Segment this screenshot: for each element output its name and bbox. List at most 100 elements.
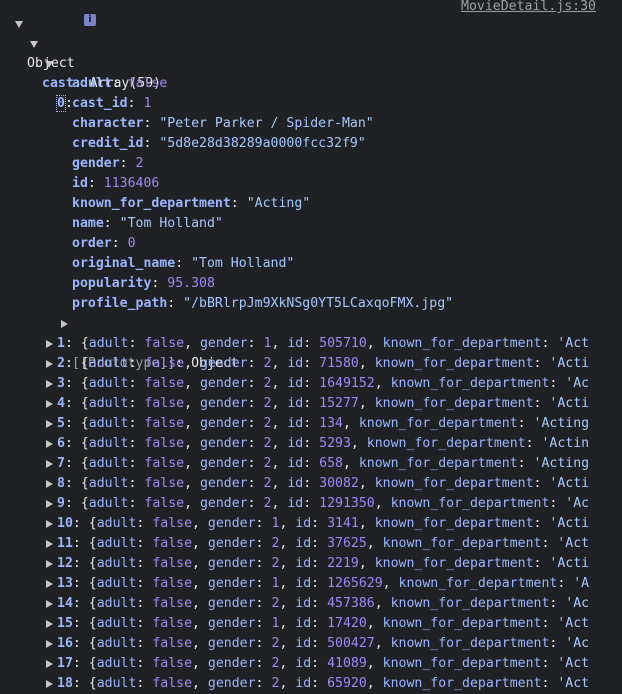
preview-key: id	[295, 636, 312, 651]
expand-triangle-icon[interactable]	[46, 400, 53, 408]
preview-value: 658	[319, 456, 343, 471]
preview-key: id	[295, 536, 312, 551]
expand-triangle-icon[interactable]	[46, 600, 53, 608]
item-index: 4	[57, 396, 65, 411]
preview-key: adult	[96, 636, 137, 651]
preview-key: adult	[88, 376, 129, 391]
property-key: name	[72, 216, 104, 231]
property-value: 1	[143, 96, 152, 111]
preview-value: 457386	[327, 596, 375, 611]
item-index: 15	[57, 616, 73, 631]
expand-triangle-icon[interactable]	[45, 61, 53, 68]
item-index: 3	[57, 376, 65, 391]
property-key: original_name	[72, 256, 176, 271]
preview-value: 1265629	[327, 576, 383, 591]
preview-key: gender	[199, 456, 248, 471]
expand-triangle-icon[interactable]	[46, 540, 53, 548]
property-key: cast_id	[72, 96, 128, 111]
preview-value: false	[144, 476, 185, 491]
preview-value: false	[144, 436, 185, 451]
preview-value: 1291350	[319, 496, 375, 511]
expand-triangle-icon[interactable]	[46, 380, 53, 388]
property-value: 1136406	[103, 176, 160, 191]
prototype-row[interactable]: [[Prototype]]: Object	[0, 314, 239, 371]
property-value: "Tom Holland"	[119, 216, 223, 231]
cast-key: cast	[42, 76, 74, 91]
preview-value: false	[152, 656, 193, 671]
expand-triangle-icon[interactable]	[46, 520, 53, 528]
preview-value: false	[152, 536, 193, 551]
preview-value: 'Ac	[565, 496, 590, 511]
preview-key: known_for_department	[374, 396, 534, 411]
preview-key: gender	[207, 596, 256, 611]
source-file-link[interactable]: MovieDetail.js:30	[461, 0, 596, 17]
preview-key: id	[287, 396, 304, 411]
expand-triangle-icon[interactable]	[46, 500, 53, 508]
root-object-row[interactable]: Object i	[0, 14, 96, 71]
preview-value: 'Acti	[549, 516, 590, 531]
expand-triangle-icon[interactable]	[46, 480, 53, 488]
expand-triangle-icon[interactable]	[46, 560, 53, 568]
item-index: 5	[57, 416, 65, 431]
item-index: 17	[57, 656, 73, 671]
preview-value: 15277	[319, 396, 359, 411]
preview-key: id	[295, 516, 312, 531]
preview-key: id	[295, 596, 312, 611]
preview-key: adult	[88, 476, 129, 491]
item-0-row[interactable]: 0:	[0, 54, 73, 112]
preview-key: id	[295, 556, 312, 571]
expand-triangle-icon[interactable]	[46, 640, 53, 648]
item-index: 12	[57, 556, 73, 571]
expand-triangle-icon[interactable]	[61, 320, 68, 328]
preview-key: known_for_department	[358, 456, 518, 471]
preview-key: gender	[199, 416, 248, 431]
expand-triangle-icon[interactable]	[46, 660, 53, 668]
preview-value: 500427	[327, 636, 375, 651]
item-index: 6	[57, 436, 65, 451]
preview-value: false	[144, 376, 185, 391]
preview-key: gender	[207, 656, 256, 671]
property-key: profile_path	[72, 296, 168, 311]
expand-triangle-icon[interactable]	[46, 420, 53, 428]
preview-value: false	[144, 336, 185, 351]
expand-triangle-icon[interactable]	[46, 360, 53, 368]
preview-value: false	[144, 416, 185, 431]
property-key: character	[72, 116, 144, 131]
item-index: 11	[57, 536, 73, 551]
preview-key: gender	[207, 536, 256, 551]
preview-key: adult	[96, 536, 137, 551]
preview-key: known_for_department	[374, 476, 534, 491]
preview-key: id	[287, 376, 304, 391]
expand-triangle-icon[interactable]	[46, 680, 53, 688]
expand-triangle-icon[interactable]	[30, 41, 38, 48]
preview-value: 17420	[327, 616, 367, 631]
expand-triangle-icon[interactable]	[46, 580, 53, 588]
preview-value: 5293	[319, 436, 351, 451]
preview-value: 3141	[327, 516, 359, 531]
expand-triangle-icon[interactable]	[46, 460, 53, 468]
preview-key: id	[295, 656, 312, 671]
expand-triangle-icon[interactable]	[46, 620, 53, 628]
preview-value: 71580	[319, 356, 359, 371]
item-0-key: 0	[56, 95, 66, 112]
preview-key: adult	[88, 416, 129, 431]
preview-key: adult	[88, 496, 129, 511]
info-icon[interactable]: i	[84, 14, 96, 26]
property-value: "/bBRlrpJm9XkNSg0YT5LCaxqoFMX.jpg"	[183, 296, 454, 311]
preview-key: gender	[199, 496, 248, 511]
expand-triangle-icon[interactable]	[15, 21, 23, 28]
item-index: 8	[57, 476, 65, 491]
cast-row[interactable]: cast: Array(59)	[0, 34, 161, 91]
preview-key: known_for_department	[382, 536, 542, 551]
preview-value: 'Act	[557, 536, 590, 551]
preview-key: adult	[96, 556, 137, 571]
expand-triangle-icon[interactable]	[46, 440, 53, 448]
preview-key: known_for_department	[390, 596, 550, 611]
property-key: id	[72, 176, 88, 191]
expand-triangle-icon[interactable]	[46, 340, 53, 348]
preview-key: id	[295, 616, 312, 631]
preview-value: false	[152, 616, 193, 631]
preview-key: adult	[96, 656, 137, 671]
preview-key: known_for_department	[398, 576, 558, 591]
preview-key: known_for_department	[382, 336, 542, 351]
